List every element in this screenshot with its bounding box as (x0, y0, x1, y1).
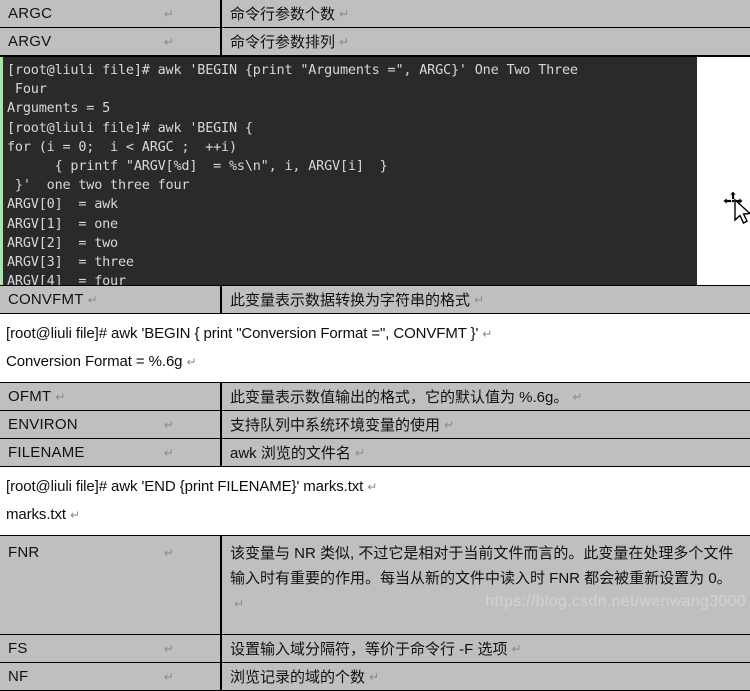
table-row-ofmt: OFMT ↵ 此变量表示数值输出的格式，它的默认值为 %.6g。 ↵ (0, 383, 750, 411)
variable-name-cell: ARGC ↵ (0, 0, 222, 27)
terminal-line: [root@liuli file]# awk 'BEGIN {print "Ar… (7, 62, 578, 78)
variable-name-argv: ARGV (8, 33, 52, 50)
pilcrow-icon: ↵ (163, 34, 174, 49)
pilcrow-icon: ↵ (339, 34, 350, 49)
variable-name-convfmt: CONVFMT (8, 291, 84, 308)
watermark-text: https://blog.csdn.net/wenwang3000 (485, 593, 746, 610)
variable-name-ofmt: OFMT (8, 388, 52, 405)
filename-output-line: marks.txt ↵ (6, 501, 744, 529)
pilcrow-icon: ↵ (163, 6, 174, 21)
pilcrow-icon: ↵ (186, 355, 197, 369)
terminal-line: [root@liuli file]# awk 'BEGIN { (7, 119, 253, 136)
terminal-line: Four (7, 81, 47, 98)
variable-desc-cell: 命令行参数排列 ↵ (222, 28, 750, 55)
terminal-window: [root@liuli file]# awk 'BEGIN {print "Ar… (0, 57, 697, 285)
terminal-line: ARGV[1] = one (7, 215, 118, 232)
variable-desc-cell: 此变量表示数值输出的格式，它的默认值为 %.6g。 ↵ (222, 383, 750, 410)
terminal-line: ARGV[4] = four (7, 273, 126, 285)
variable-name-nf: NF (8, 668, 29, 685)
variable-desc-fs: 设置输入域分隔符，等价于命令行 -F 选项 (230, 641, 508, 658)
terminal-line: ARGV[2] = two (7, 234, 118, 251)
pilcrow-icon: ↵ (163, 417, 174, 432)
variable-name-cell: NF ↵ (0, 663, 222, 690)
filename-example-block: [root@liuli file]# awk 'END {print FILEN… (0, 467, 750, 536)
variable-name-cell: OFMT ↵ (0, 383, 222, 410)
terminal-line: }' one two three four (7, 177, 190, 194)
variable-name-cell: ENVIRON ↵ (0, 411, 222, 438)
variable-desc-nf: 浏览记录的域的个数 (230, 669, 366, 686)
pilcrow-icon: ↵ (474, 292, 485, 307)
filename-command-text: [root@liuli file]# awk 'END {print FILEN… (6, 478, 364, 495)
variable-desc-argc: 命令行参数个数 (230, 6, 336, 23)
pilcrow-icon: ↵ (367, 480, 378, 494)
pilcrow-icon: ↵ (163, 546, 174, 560)
variable-name-fs: FS (8, 640, 28, 657)
variable-desc-cell: 此变量表示数据转换为字符串的格式 ↵ (222, 286, 750, 313)
convfmt-command-text: [root@liuli file]# awk 'BEGIN { print "C… (6, 325, 479, 342)
variable-name-cell: FILENAME ↵ (0, 439, 222, 466)
variable-desc-cell: 命令行参数个数 ↵ (222, 0, 750, 27)
terminal-line: ARGV[3] = three (7, 254, 134, 271)
variable-name-cell: ARGV ↵ (0, 28, 222, 55)
variable-desc-cell: awk 浏览的文件名 ↵ (222, 439, 750, 466)
variable-name-argc: ARGC (8, 5, 53, 22)
variable-desc-ofmt: 此变量表示数值输出的格式，它的默认值为 %.6g。 (230, 389, 569, 406)
pilcrow-icon: ↵ (87, 292, 98, 307)
table-row-fnr: FNR ↵ 该变量与 NR 类似, 不过它是相对于当前文件而言的。此变量在处理多… (0, 536, 750, 635)
terminal-line: Arguments = 5 (7, 100, 111, 117)
convfmt-output-text: Conversion Format = %.6g (6, 353, 183, 370)
terminal-screenshot-block: [root@liuli file]# awk 'BEGIN {print "Ar… (0, 56, 750, 285)
filename-output-text: marks.txt (6, 506, 66, 523)
variable-desc-cell: 浏览记录的域的个数 ↵ (222, 663, 750, 690)
variable-name-cell: FS ↵ (0, 635, 222, 662)
pilcrow-icon: ↵ (511, 641, 522, 656)
variable-desc-environ: 支持队列中系统环境变量的使用 (230, 417, 441, 434)
variable-desc-fnr: 该变量与 NR 类似, 不过它是相对于当前文件而言的。此变量在处理多个文件输入时… (230, 545, 734, 587)
convfmt-output-line: Conversion Format = %.6g ↵ (6, 348, 744, 376)
variable-desc-cell: 设置输入域分隔符，等价于命令行 -F 选项 ↵ (222, 635, 750, 662)
table-row-filename: FILENAME ↵ awk 浏览的文件名 ↵ (0, 439, 750, 467)
pilcrow-icon: ↵ (444, 417, 455, 432)
pilcrow-icon: ↵ (482, 327, 493, 341)
terminal-line: ARGV[0] = awk (7, 196, 118, 213)
pilcrow-icon: ↵ (354, 445, 365, 460)
pilcrow-icon: ↵ (69, 508, 80, 522)
pilcrow-icon: ↵ (339, 6, 350, 21)
convfmt-example-block: [root@liuli file]# awk 'BEGIN { print "C… (0, 314, 750, 383)
terminal-line: { printf "ARGV[%d] = %s\n", i, ARGV[i] } (7, 158, 388, 175)
variable-name-cell: FNR ↵ (0, 536, 222, 634)
variable-desc-convfmt: 此变量表示数据转换为字符串的格式 (230, 292, 471, 309)
table-row-nf: NF ↵ 浏览记录的域的个数 ↵ (0, 663, 750, 691)
table-row-fs: FS ↵ 设置输入域分隔符，等价于命令行 -F 选项 ↵ (0, 635, 750, 663)
variable-desc-filename: awk 浏览的文件名 (230, 445, 351, 462)
variable-name-fnr: FNR (8, 544, 40, 561)
pilcrow-icon: ↵ (234, 597, 245, 611)
pilcrow-icon: ↵ (572, 389, 583, 404)
variable-name-filename: FILENAME (8, 444, 85, 461)
variable-desc-argv: 命令行参数排列 (230, 34, 336, 51)
variable-name-environ: ENVIRON (8, 416, 78, 433)
pilcrow-icon: ↵ (163, 641, 174, 656)
pilcrow-icon: ↵ (163, 669, 174, 684)
pilcrow-icon: ↵ (55, 389, 66, 404)
table-row-environ: ENVIRON ↵ 支持队列中系统环境变量的使用 ↵ (0, 411, 750, 439)
table-row-convfmt: CONVFMT ↵ 此变量表示数据转换为字符串的格式 ↵ (0, 285, 750, 314)
pilcrow-icon: ↵ (163, 445, 174, 460)
convfmt-command-line: [root@liuli file]# awk 'BEGIN { print "C… (6, 320, 744, 348)
filename-command-line: [root@liuli file]# awk 'END {print FILEN… (6, 473, 744, 501)
document-page: ARGC ↵ 命令行参数个数 ↵ ARGV ↵ 命令行参数排列 ↵ [root@… (0, 0, 750, 691)
terminal-line: for (i = 0; i < ARGC ; ++i) (7, 138, 237, 155)
table-row-argc: ARGC ↵ 命令行参数个数 ↵ (0, 0, 750, 28)
table-row-argv: ARGV ↵ 命令行参数排列 ↵ (0, 28, 750, 56)
variable-desc-cell: 该变量与 NR 类似, 不过它是相对于当前文件而言的。此变量在处理多个文件输入时… (222, 536, 750, 634)
variable-desc-cell: 支持队列中系统环境变量的使用 ↵ (222, 411, 750, 438)
pilcrow-icon: ↵ (369, 669, 380, 684)
variable-name-cell: CONVFMT ↵ (0, 286, 222, 313)
